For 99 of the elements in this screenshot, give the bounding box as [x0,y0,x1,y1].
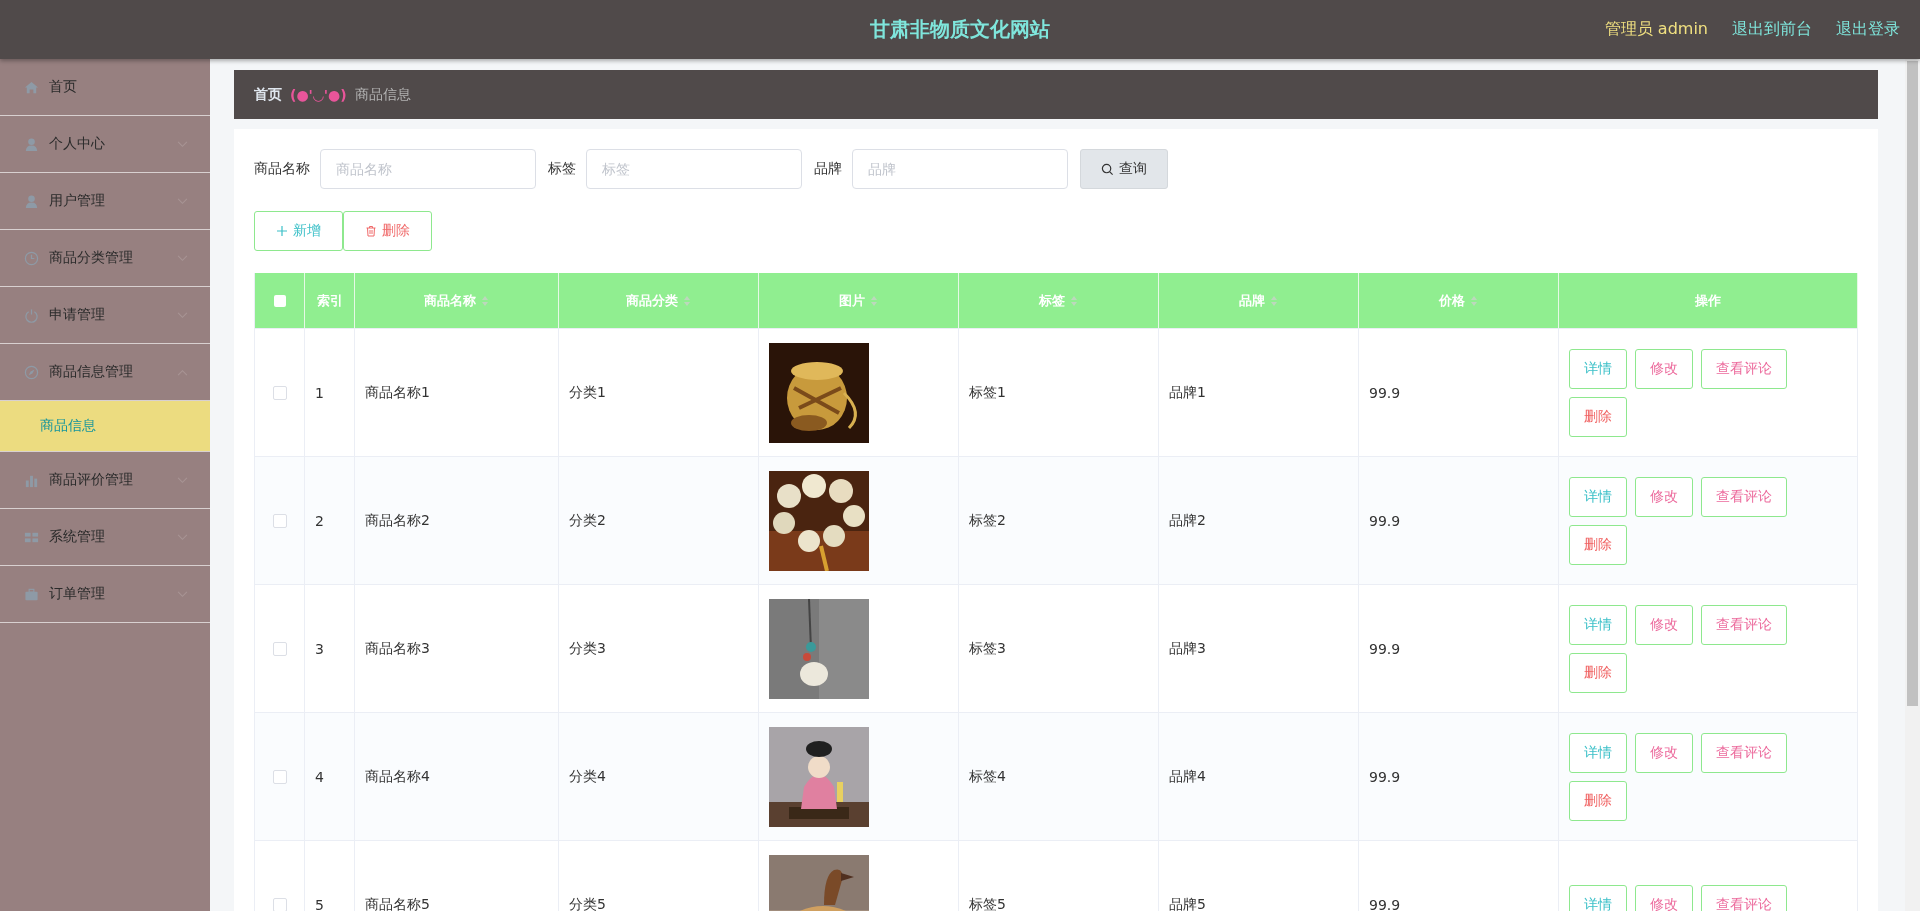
column-header: 操作 [1695,291,1721,310]
table-cell: 分类2 [569,511,606,530]
table-cell: 标签1 [969,383,1006,402]
table-cell: 分类3 [569,639,606,658]
menu-item[interactable]: 首页 [0,59,210,116]
table-cell: 标签4 [969,767,1006,786]
details-button[interactable]: 详情 [1569,884,1627,911]
row-checkbox[interactable] [272,385,287,400]
field-label: 品牌 [814,160,842,178]
menu-item[interactable]: 申请管理 [0,287,210,344]
table-cell: 品牌5 [1169,895,1206,911]
submenu-item[interactable]: 商品信息 [0,401,210,452]
field-label: 商品名称 [254,160,310,178]
table-cell: 4 [315,768,324,785]
delete-button[interactable]: 删除 [1569,524,1627,565]
edit-button[interactable]: 修改 [1635,732,1693,773]
menu-item[interactable]: 用户管理 [0,173,210,230]
table-cell: 分类4 [569,767,606,786]
edit-button[interactable]: 修改 [1635,884,1693,911]
menu-item[interactable]: 商品分类管理 [0,230,210,287]
delete-button[interactable]: 删除 [1569,652,1627,693]
person-icon [24,193,39,209]
table-cell: 商品名称3 [365,639,430,658]
case-icon [24,586,39,602]
trash-icon [365,225,377,237]
row-checkbox[interactable] [272,897,287,911]
table-cell: 1 [315,384,324,401]
table-cell: 商品名称1 [365,383,430,402]
table-cell: 99.9 [1369,768,1401,785]
sort-icon[interactable] [683,294,691,307]
row-checkbox[interactable] [272,513,287,528]
search-field[interactable]: 品牌 [852,149,1068,189]
add-button[interactable]: 新增 [254,211,343,251]
table-cell: 商品名称5 [365,895,430,911]
site-title: 甘肃非物质文化网站 [870,16,1050,43]
details-button[interactable]: 详情 [1569,732,1627,773]
sort-icon[interactable] [1470,294,1478,307]
breadcrumb-separator: (●'◡'●) [290,86,347,103]
table-cell: 品牌2 [1169,511,1206,530]
scrollbar[interactable] [1905,59,1920,911]
power-icon [24,307,39,323]
details-button[interactable]: 详情 [1569,604,1627,645]
table-cell: 品牌1 [1169,383,1206,402]
table-cell: 99.9 [1369,512,1401,529]
row-checkbox[interactable] [272,641,287,656]
reviews-button[interactable]: 查看评论 [1701,732,1787,773]
menu-item[interactable]: 商品评价管理 [0,452,210,509]
user-label: 管理员 admin [1604,19,1708,40]
menu-item[interactable]: 订单管理 [0,566,210,623]
reviews-button[interactable]: 查看评论 [1701,348,1787,389]
reviews-button[interactable]: 查看评论 [1701,604,1787,645]
table-cell: 商品名称2 [365,511,430,530]
details-button[interactable]: 详情 [1569,348,1627,389]
breadcrumb-current: 商品信息 [354,85,411,104]
header-link[interactable]: 退出到前台 [1732,19,1812,40]
table-cell: 商品名称4 [365,767,430,786]
search-icon [1101,162,1114,176]
table-cell: 标签2 [969,511,1006,530]
table-cell: 5 [315,896,324,911]
sort-icon[interactable] [1070,294,1078,307]
table-cell: 分类1 [569,383,606,402]
table-cell: 分类5 [569,895,606,911]
menu-item[interactable]: 个人中心 [0,116,210,173]
edit-button[interactable]: 修改 [1635,604,1693,645]
table-cell: 标签3 [969,639,1006,658]
reviews-button[interactable]: 查看评论 [1701,884,1787,911]
menu-item[interactable]: 系统管理 [0,509,210,566]
table-cell: 3 [315,640,324,657]
table-cell: 99.9 [1369,896,1401,911]
compass-icon [24,364,39,380]
edit-button[interactable]: 修改 [1635,348,1693,389]
person-icon [24,136,39,152]
sort-icon[interactable] [481,294,489,307]
search-field[interactable]: 商品名称 [320,149,536,189]
table-cell: 99.9 [1369,384,1401,401]
edit-button[interactable]: 修改 [1635,476,1693,517]
home-icon [24,79,39,95]
delete-button[interactable]: 删除 [1569,780,1627,821]
search-button[interactable]: 查询 [1080,149,1168,189]
plus-icon [276,225,288,237]
reviews-button[interactable]: 查看评论 [1701,476,1787,517]
breadcrumb-link[interactable]: 首页 [254,85,282,104]
table-cell: 品牌4 [1169,767,1206,786]
delete-button[interactable]: 删除 [343,211,432,251]
details-button[interactable]: 详情 [1569,476,1627,517]
table-cell: 标签5 [969,895,1006,911]
column-header: 索引 [316,291,343,310]
select-all-checkbox[interactable] [273,294,286,307]
clock-icon [24,250,39,266]
table-cell: 品牌3 [1169,639,1206,658]
field-label: 标签 [548,160,576,178]
header-link[interactable]: 退出登录 [1836,19,1900,40]
sort-icon[interactable] [1270,294,1278,307]
search-field[interactable]: 标签 [586,149,802,189]
delete-button[interactable]: 删除 [1569,396,1627,437]
table-cell: 99.9 [1369,640,1401,657]
row-checkbox[interactable] [272,769,287,784]
sort-icon[interactable] [870,294,878,307]
table-cell: 2 [315,512,324,529]
